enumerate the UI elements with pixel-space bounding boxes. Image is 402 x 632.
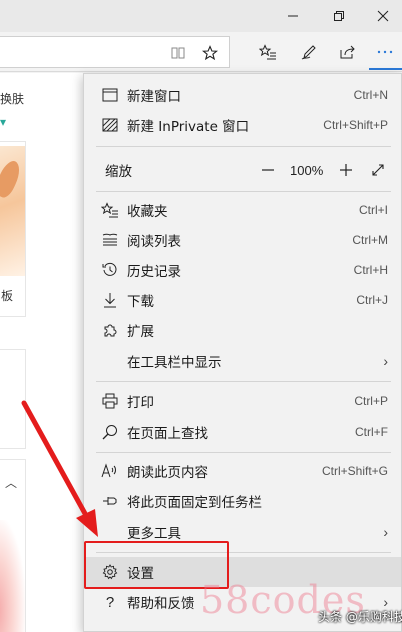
menu-item-label: 扩展 [127, 324, 154, 340]
chevron-right-icon: › [383, 353, 388, 369]
minimize-icon [288, 15, 298, 17]
chevron-up-icon[interactable]: ︿ [5, 474, 17, 491]
teal-mark: ▾ [0, 115, 7, 129]
shortcut-label: Ctrl+J [356, 293, 388, 307]
content-card[interactable] [0, 349, 26, 449]
menu-item-downloads[interactable]: 下载 Ctrl+J [84, 285, 401, 315]
plus-icon [340, 164, 352, 176]
content-card[interactable]: 板 [0, 141, 26, 317]
shortcut-label: Ctrl+I [358, 203, 388, 217]
menu-item-reading-list[interactable]: 阅读列表 Ctrl+M [84, 225, 401, 255]
share-button[interactable] [333, 38, 363, 66]
address-bar[interactable] [0, 36, 230, 68]
menu-item-label: 收藏夹 [127, 204, 168, 220]
menu-item-new-window[interactable]: 新建窗口 Ctrl+N [84, 80, 401, 110]
menu-item-label: 将此页面固定到任务栏 [127, 495, 262, 511]
menu-item-read-aloud[interactable]: 朗读此页内容 Ctrl+Shift+G [84, 456, 401, 486]
menu-item-find-on-page[interactable]: 在页面上查找 Ctrl+F [84, 417, 401, 447]
browser-toolbar [0, 32, 402, 72]
minimize-button[interactable] [270, 0, 316, 32]
card-label: 板 [1, 289, 14, 303]
menu-item-extensions[interactable]: 扩展 [84, 315, 401, 345]
history-icon [100, 260, 120, 280]
expand-icon [372, 164, 384, 176]
read-aloud-icon [100, 461, 120, 481]
share-icon [340, 45, 355, 59]
minus-icon [262, 169, 274, 171]
content-card[interactable]: ︿ [0, 459, 26, 632]
menu-item-label: 下载 [127, 294, 154, 310]
close-button[interactable] [360, 0, 402, 32]
ellipsis-icon [377, 50, 393, 54]
new-window-icon [100, 85, 120, 105]
print-icon [100, 391, 120, 411]
menu-item-label: 帮助和反馈 [127, 596, 195, 612]
zoom-level: 100% [290, 162, 324, 178]
shortcut-label: Ctrl+Shift+P [323, 118, 388, 132]
menu-item-pin-to-taskbar[interactable]: 将此页面固定到任务栏 [84, 486, 401, 516]
reading-view-button[interactable] [163, 39, 193, 67]
book-icon [171, 47, 185, 59]
menu-item-label: 新建窗口 [127, 89, 181, 105]
menu-item-print[interactable]: 打印 Ctrl+P [84, 386, 401, 416]
chevron-right-icon: › [383, 524, 388, 540]
menu-item-zoom: 缩放 100% [84, 155, 401, 185]
menu-item-favorites[interactable]: 收藏夹 Ctrl+I [84, 195, 401, 225]
title-bar [0, 0, 402, 32]
menu-divider [96, 381, 391, 382]
shortcut-label: Ctrl+P [354, 394, 388, 408]
inprivate-icon [100, 115, 120, 135]
menu-divider [96, 191, 391, 192]
shortcut-label: Ctrl+Shift+G [321, 464, 388, 478]
menu-item-label: 朗读此页内容 [127, 465, 208, 481]
active-indicator [369, 68, 402, 70]
pin-icon [100, 491, 120, 511]
shortcut-label: Ctrl+F [355, 425, 388, 439]
close-icon [377, 10, 389, 22]
help-icon: ? [105, 593, 115, 611]
card-image [0, 520, 25, 632]
pen-icon [301, 45, 316, 60]
add-favorite-button[interactable] [195, 39, 225, 67]
zoom-in-button[interactable] [339, 155, 353, 185]
menu-item-show-in-toolbar[interactable]: 在工具栏中显示 › [84, 346, 401, 376]
menu-item-history[interactable]: 历史记录 Ctrl+H [84, 255, 401, 285]
credit-text: 头条 @乐购科技 [318, 610, 402, 624]
zoom-out-button[interactable] [261, 155, 275, 185]
find-icon [100, 422, 120, 442]
shortcut-label: Ctrl+H [353, 263, 388, 277]
zoom-label: 缩放 [105, 164, 132, 180]
menu-item-label: 在工具栏中显示 [127, 355, 222, 371]
menu-item-label: 打印 [127, 395, 154, 411]
restore-icon [334, 11, 344, 21]
download-icon [100, 290, 120, 310]
star-icon [202, 45, 218, 61]
menu-divider [96, 452, 391, 453]
menu-item-new-inprivate-window[interactable]: 新建 InPrivate 窗口 Ctrl+Shift+P [84, 110, 401, 140]
favorites-hub-button[interactable] [253, 38, 283, 66]
card-image [0, 146, 25, 276]
menu-item-label: 历史记录 [127, 264, 181, 280]
menu-item-label: 新建 InPrivate 窗口 [127, 119, 250, 135]
extensions-icon [100, 320, 120, 340]
favorites-list-icon [259, 44, 276, 60]
restore-button[interactable] [316, 0, 362, 32]
web-notes-button[interactable] [294, 38, 324, 66]
more-button[interactable] [370, 38, 400, 66]
menu-divider [96, 146, 391, 147]
favorites-icon [100, 200, 120, 220]
menu-item-label: 阅读列表 [127, 234, 181, 250]
reading-list-icon [100, 230, 120, 250]
shortcut-label: Ctrl+N [353, 88, 388, 102]
skin-link[interactable]: 换肤 [0, 90, 24, 107]
menu-item-label: 在页面上查找 [127, 426, 208, 442]
menu-item-label: 更多工具 [127, 526, 181, 542]
shortcut-label: Ctrl+M [352, 233, 388, 247]
fullscreen-button[interactable] [371, 155, 385, 185]
